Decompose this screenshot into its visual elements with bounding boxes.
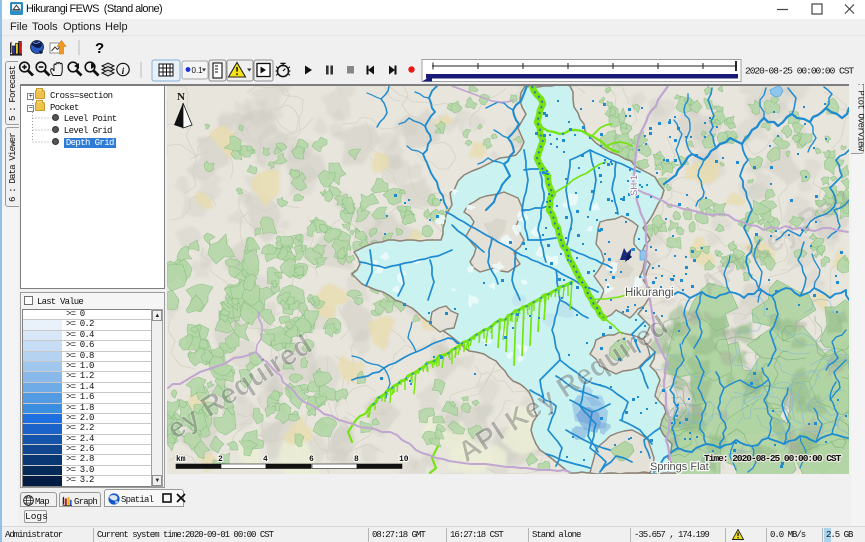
svg-text:km: km — [176, 455, 186, 464]
svg-text:4: 4 — [263, 455, 268, 464]
svg-text:Hikurangi: Hikurangi — [625, 287, 674, 299]
svg-text:2: 2 — [218, 455, 223, 464]
svg-text:6 : Data Viewer: 6 : Data Viewer — [8, 133, 18, 202]
svg-text:0.1: 0.1 — [192, 66, 204, 75]
svg-text:Springs Flat: Springs Flat — [650, 461, 709, 473]
svg-text:N: N — [177, 91, 185, 103]
svg-text:2020-08-25 00:00:00 CST: 2020-08-25 00:00:00 CST — [745, 66, 854, 77]
svg-text:6: 6 — [309, 455, 314, 464]
svg-text:Time: 2020-08-25 00:00:00 CST: Time: 2020-08-25 00:00:00 CST — [704, 453, 842, 464]
svg-text:SH 1: SH 1 — [629, 175, 640, 196]
svg-text:10: 10 — [399, 455, 409, 464]
svg-text:i: i — [122, 67, 125, 77]
svg-text:8: 8 — [354, 455, 359, 464]
svg-text:?: ? — [95, 40, 104, 57]
svg-text:5 : Forecast: 5 : Forecast — [8, 65, 18, 121]
